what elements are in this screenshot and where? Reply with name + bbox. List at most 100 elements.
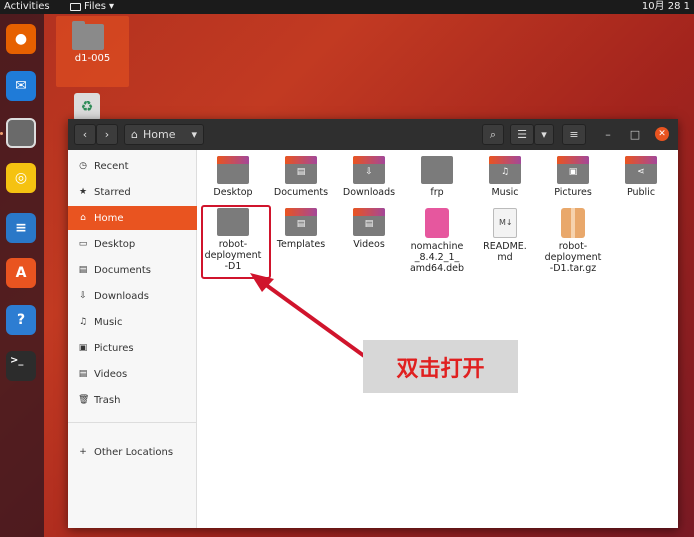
folder-icon: ♫	[489, 156, 521, 184]
maximize-button[interactable]: □	[628, 127, 642, 141]
desktop-icon: ▭	[78, 239, 88, 249]
writer-icon[interactable]: ≡	[6, 213, 36, 243]
close-icon: ✕	[658, 129, 666, 139]
file-name-line: README.	[483, 241, 527, 252]
view-list-button[interactable]: ☰	[510, 124, 534, 145]
sidebar-item-desktop[interactable]: ▭ Desktop	[68, 232, 197, 256]
chevron-down-icon: ▾	[191, 128, 197, 141]
file-item[interactable]: ▤ Documents	[266, 156, 336, 198]
desktop-trash-icon[interactable]: ♻	[74, 93, 100, 121]
files-icon[interactable]	[6, 118, 36, 148]
file-name: Pictures	[538, 187, 608, 198]
sidebar-item-label: Desktop	[94, 238, 136, 250]
sidebar-item-documents[interactable]: ▤ Documents	[68, 258, 197, 282]
file-name: Music	[470, 187, 540, 198]
trash-icon: 🗑	[78, 395, 90, 405]
folder-icon: ▤	[285, 156, 317, 184]
folder-emblem-icon: ⋖	[637, 167, 645, 177]
firefox-icon[interactable]: ●	[6, 24, 36, 54]
app-menu-label: Files	[84, 1, 106, 12]
sidebar-item-home[interactable]: ⌂ Home	[68, 206, 197, 230]
pictures-icon: ▣	[78, 343, 88, 353]
file-item[interactable]: ▤ Templates	[266, 208, 336, 250]
forward-button[interactable]: ›	[96, 124, 118, 145]
back-button[interactable]: ‹	[74, 124, 96, 145]
close-button[interactable]: ✕	[655, 127, 669, 141]
sidebar-item-videos[interactable]: ▤ Videos	[68, 362, 197, 386]
app-menu[interactable]: Files ▾	[70, 0, 114, 14]
running-indicator	[0, 132, 3, 135]
annotation-callout: 双击打开	[363, 340, 518, 393]
chevron-right-icon: ›	[104, 128, 110, 141]
desktop-folder-label: d1-005	[74, 53, 111, 64]
sidebar-item-other-locations[interactable]: + Other Locations	[68, 440, 197, 464]
file-item[interactable]: nomachine _8.4.2_1_ amd64.deb	[402, 208, 472, 274]
sidebar: + Other Locations ◷ Recent ★ Starred ⌂ Home ▭ D…	[68, 150, 197, 528]
file-name-line: Music	[491, 187, 519, 198]
rhythmbox-icon[interactable]: ◎	[6, 163, 36, 193]
file-name: Templates	[266, 239, 336, 250]
download-icon: ⇩	[79, 291, 87, 301]
folder-emblem-icon: ♫	[500, 167, 510, 177]
file-name-line: Templates	[276, 239, 326, 250]
folder-icon: ⇩	[353, 156, 385, 184]
sidebar-item-starred[interactable]: ★ Starred	[68, 180, 197, 204]
thunderbird-icon[interactable]: ✉	[6, 71, 36, 101]
file-name-line: -D1.tar.gz	[549, 263, 597, 274]
sidebar-item-recent[interactable]: ◷ Recent	[68, 154, 197, 178]
files-app-icon	[70, 3, 81, 11]
star-icon: ★	[78, 187, 88, 197]
archive-icon	[561, 208, 585, 238]
file-item[interactable]: ▣ Pictures	[538, 156, 608, 198]
file-item[interactable]: robot-deployment -D1.tar.gz	[538, 208, 608, 274]
file-item[interactable]: ⇩ Downloads	[334, 156, 404, 198]
file-name-line: Pictures	[554, 187, 592, 198]
hamburger-icon: ≡	[569, 128, 579, 141]
desktop-folder[interactable]: d1-005	[56, 16, 129, 87]
sidebar-item-music[interactable]: ♫ Music	[68, 310, 197, 334]
file-name-line: Downloads	[342, 187, 396, 198]
search-button[interactable]: ⌕	[482, 124, 504, 145]
file-name: Desktop	[198, 187, 268, 198]
file-name-line: md	[497, 252, 513, 263]
file-item[interactable]: ♫ Music	[470, 156, 540, 198]
file-item[interactable]: frp	[402, 156, 472, 198]
documents-icon: ▤	[78, 265, 88, 275]
file-name-line: frp	[430, 187, 444, 198]
help-icon[interactable]: ?	[6, 305, 36, 335]
folder-icon: ▤	[285, 208, 317, 236]
file-name: README. md	[470, 241, 540, 263]
dock: ● ✉ ◎ ≡ A? >_	[0, 14, 44, 537]
path-bar-label: Home	[142, 128, 176, 141]
software-icon[interactable]: A	[6, 258, 36, 288]
activities-button[interactable]: Activities	[4, 0, 50, 14]
view-options-button[interactable]: ▾	[534, 124, 554, 145]
file-item[interactable]: M↓ README. md	[470, 208, 540, 263]
file-name: robot-deployment -D1.tar.gz	[538, 241, 608, 274]
files-window: ‹ › ⌂ Home ▾ ⌕ ☰ ▾ ≡ – □ ✕ + Other Locat…	[68, 119, 678, 528]
path-bar-home[interactable]: ⌂ Home ▾	[124, 124, 204, 145]
chevron-left-icon: ‹	[82, 128, 88, 141]
highlight-box	[201, 205, 271, 279]
file-name-line: deployment	[544, 252, 602, 263]
list-view-icon: ☰	[517, 128, 527, 141]
terminal-icon[interactable]: >_	[6, 351, 36, 381]
sidebar-item-label: Home	[94, 212, 124, 224]
clock[interactable]: 10月 28 1	[642, 0, 690, 14]
menu-button[interactable]: ≡	[562, 124, 586, 145]
clock-icon: ◷	[79, 161, 87, 171]
top-bar: Activities Files ▾ 10月 28 1	[0, 0, 694, 14]
sidebar-divider	[68, 422, 197, 423]
sidebar-item-label: Documents	[94, 264, 152, 276]
sidebar-item-trash[interactable]: 🗑 Trash	[68, 388, 197, 412]
file-item[interactable]: ▤ Videos	[334, 208, 404, 250]
file-name: nomachine _8.4.2_1_ amd64.deb	[402, 241, 472, 274]
file-item[interactable]: ⋖ Public	[606, 156, 676, 198]
file-name: Public	[606, 187, 676, 198]
file-item[interactable]: Desktop	[198, 156, 268, 198]
minimize-button[interactable]: –	[601, 127, 615, 141]
file-name: Documents	[266, 187, 336, 198]
sidebar-item-pictures[interactable]: ▣ Pictures	[68, 336, 197, 360]
sidebar-item-label: Music	[94, 316, 123, 328]
sidebar-item-downloads[interactable]: ⇩ Downloads	[68, 284, 197, 308]
